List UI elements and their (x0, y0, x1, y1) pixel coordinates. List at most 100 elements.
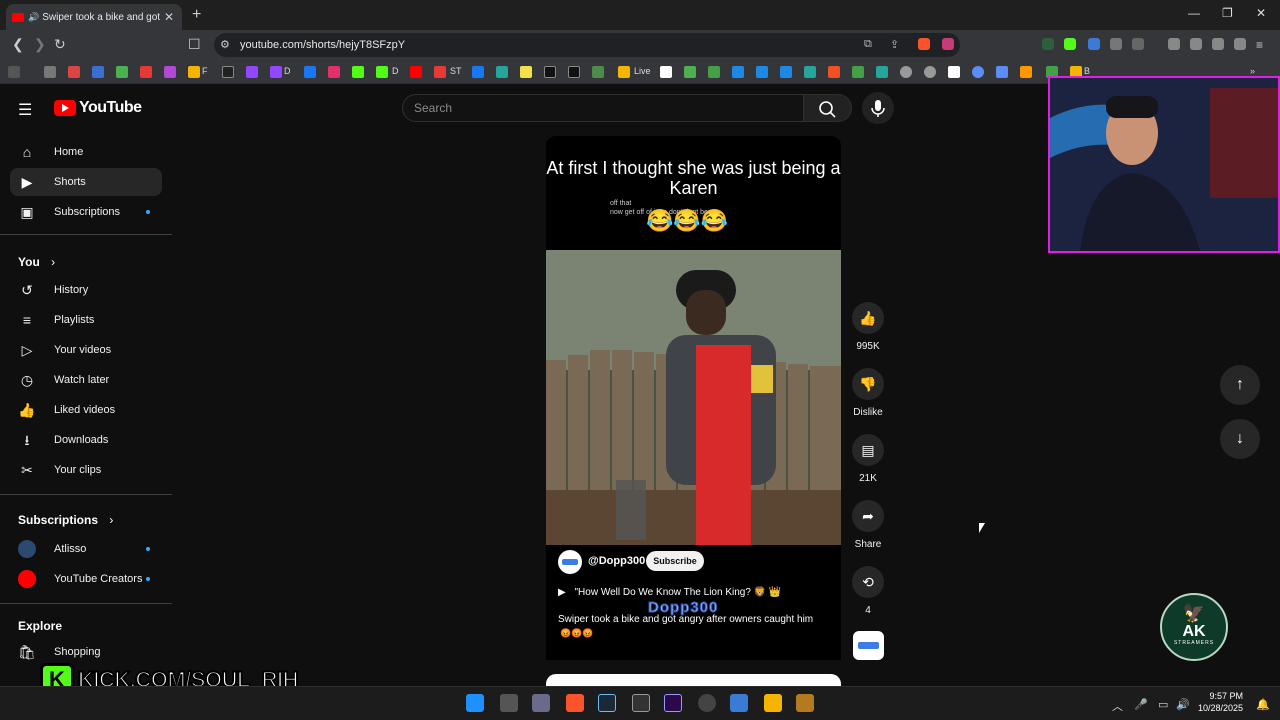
windows-start-icon[interactable] (466, 694, 484, 712)
close-tab-icon[interactable]: ✕ (162, 10, 176, 24)
dislike-button[interactable]: 👎 (852, 368, 884, 400)
menu-icon[interactable]: ≡ (1256, 38, 1268, 52)
search-input[interactable] (402, 94, 804, 122)
you-section-heading[interactable]: You › (18, 255, 55, 269)
close-window-icon[interactable]: ✕ (1256, 6, 1266, 20)
next-short-button[interactable]: ↓ (1220, 419, 1260, 459)
sidebar-item-channel[interactable]: Atlisso (10, 535, 162, 563)
audio-icon[interactable]: 🔊 (28, 12, 39, 23)
vpn-icon[interactable] (1234, 38, 1246, 50)
bookmark-label[interactable]: D (284, 66, 291, 76)
brave-browser-icon[interactable] (566, 694, 584, 712)
extensions-puzzle-icon[interactable] (1110, 38, 1122, 50)
bookmark-favicon-icon[interactable] (44, 66, 56, 78)
channel-avatar[interactable] (558, 550, 582, 574)
bookmark-label[interactable]: Live (634, 66, 651, 76)
forward-icon[interactable]: ❯ (34, 36, 46, 53)
site-info-icon[interactable]: ⚙ (220, 38, 230, 51)
playlist-link[interactable]: ▶ "How Well Do We Know The Lion King? 🦁 … (558, 587, 781, 598)
sidebar-item-your-videos[interactable]: ▷ Your videos (10, 336, 162, 364)
bookmark-favicon-icon[interactable] (996, 66, 1008, 78)
system-clock[interactable]: 9:57 PM 10/28/2025 (1198, 690, 1243, 714)
sidebar-item-subscriptions[interactable]: ▣ Subscriptions (10, 198, 162, 226)
gmail-icon[interactable] (68, 66, 80, 78)
taskbar-app-icon[interactable] (796, 694, 814, 712)
volume-icon[interactable]: 🔊 (1176, 698, 1190, 711)
comments-button[interactable]: ▤ (852, 434, 884, 466)
network-icon[interactable]: ▭ (1158, 698, 1168, 711)
sidebar-item-shopping[interactable]: 🛍 Shopping (10, 638, 162, 666)
sidebar-item-playlists[interactable]: ≡ Playlists (10, 306, 162, 334)
bookmark-favicon-icon[interactable] (756, 66, 768, 78)
steam-icon[interactable] (598, 694, 616, 712)
bookmark-favicon-icon[interactable] (876, 66, 888, 78)
bookmark-favicon-icon[interactable] (948, 66, 960, 78)
bookmark-favicon-icon[interactable] (222, 66, 234, 78)
folder-icon[interactable] (188, 66, 200, 78)
share-button[interactable]: ➦ (852, 500, 884, 532)
twitch-icon[interactable] (270, 66, 282, 78)
folder-icon[interactable] (618, 66, 630, 78)
minimize-icon[interactable]: — (1188, 6, 1200, 20)
bookmark-favicon-icon[interactable] (780, 66, 792, 78)
kick-icon[interactable] (352, 66, 364, 78)
like-button[interactable]: 👍 (852, 302, 884, 334)
kick-extension-icon[interactable] (1064, 38, 1076, 50)
meta-icon[interactable] (472, 66, 484, 78)
subscribe-button[interactable]: Subscribe (646, 551, 704, 571)
reload-icon[interactable]: ↻ (54, 36, 66, 53)
extension-icon[interactable] (1042, 38, 1054, 50)
subscriptions-section-heading[interactable]: Subscriptions › (18, 513, 113, 527)
wallet-icon[interactable] (1212, 38, 1224, 50)
bookmark-label[interactable]: B (1084, 66, 1090, 76)
sidebar-icon[interactable] (1190, 38, 1202, 50)
youtube-logo[interactable]: YouTube (54, 99, 142, 117)
previous-short-button[interactable]: ↑ (1220, 365, 1260, 405)
sidebar-item-history[interactable]: ↺ History (10, 276, 162, 304)
bookmark-favicon-icon[interactable] (804, 66, 816, 78)
bookmark-favicon-icon[interactable] (496, 66, 508, 78)
brave-shields-icon[interactable] (918, 38, 930, 50)
kick-icon[interactable] (376, 66, 388, 78)
taskbar-app-icon[interactable] (632, 694, 650, 712)
bookmark-favicon-icon[interactable] (684, 66, 696, 78)
youtube-icon[interactable] (410, 66, 422, 78)
back-icon[interactable]: ❮ (12, 36, 24, 53)
extension-icon[interactable] (1088, 38, 1100, 50)
sidebar-item-downloads[interactable]: ⭳ Downloads (10, 426, 162, 454)
open-in-icon[interactable]: ⧉ (864, 38, 876, 50)
screenshot-icon[interactable] (1132, 38, 1144, 50)
bookmark-label[interactable]: D (392, 66, 399, 76)
sidebar-item-home[interactable]: ⌂ Home (10, 138, 162, 166)
facebook-icon[interactable] (304, 66, 316, 78)
sidebar-item-shorts[interactable]: ▶ Shorts (10, 168, 162, 196)
video-frame[interactable] (546, 250, 841, 545)
sidebar-item-watch-later[interactable]: ◷ Watch later (10, 366, 162, 394)
bookmark-favicon-icon[interactable] (140, 66, 152, 78)
sidebar-item-liked-videos[interactable]: 👍 Liked videos (10, 396, 162, 424)
notifications-icon[interactable]: 🔔 (1256, 698, 1270, 711)
file-explorer-icon[interactable] (764, 694, 782, 712)
x-icon[interactable] (568, 66, 580, 78)
premiere-pro-icon[interactable] (664, 694, 682, 712)
sidebar-item-your-clips[interactable]: ✂ Your clips (10, 456, 162, 484)
bookmark-favicon-icon[interactable] (900, 66, 912, 78)
taskbar-app-icon[interactable] (532, 694, 550, 712)
apps-icon[interactable] (8, 66, 20, 78)
microphone-tray-icon[interactable]: 🎤 (1134, 698, 1148, 711)
photos-icon[interactable] (730, 694, 748, 712)
amazon-icon[interactable] (660, 66, 672, 78)
bookmark-label[interactable]: F (202, 66, 208, 76)
channel-name[interactable]: @Dopp300 (588, 555, 645, 567)
bookmark-favicon-icon[interactable] (732, 66, 744, 78)
sound-thumbnail[interactable] (853, 631, 884, 660)
bookmark-favicon-icon[interactable] (164, 66, 176, 78)
tiktok-icon[interactable] (544, 66, 556, 78)
bookmark-icon[interactable]: ☐ (188, 36, 201, 53)
browser-tab[interactable]: 🔊 Swiper took a bike and got ar ✕ (6, 4, 182, 30)
bookmark-favicon-icon[interactable] (592, 66, 604, 78)
task-view-icon[interactable] (500, 694, 518, 712)
bookmark-favicon-icon[interactable] (972, 66, 984, 78)
bookmark-favicon-icon[interactable] (852, 66, 864, 78)
bookmark-favicon-icon[interactable] (708, 66, 720, 78)
